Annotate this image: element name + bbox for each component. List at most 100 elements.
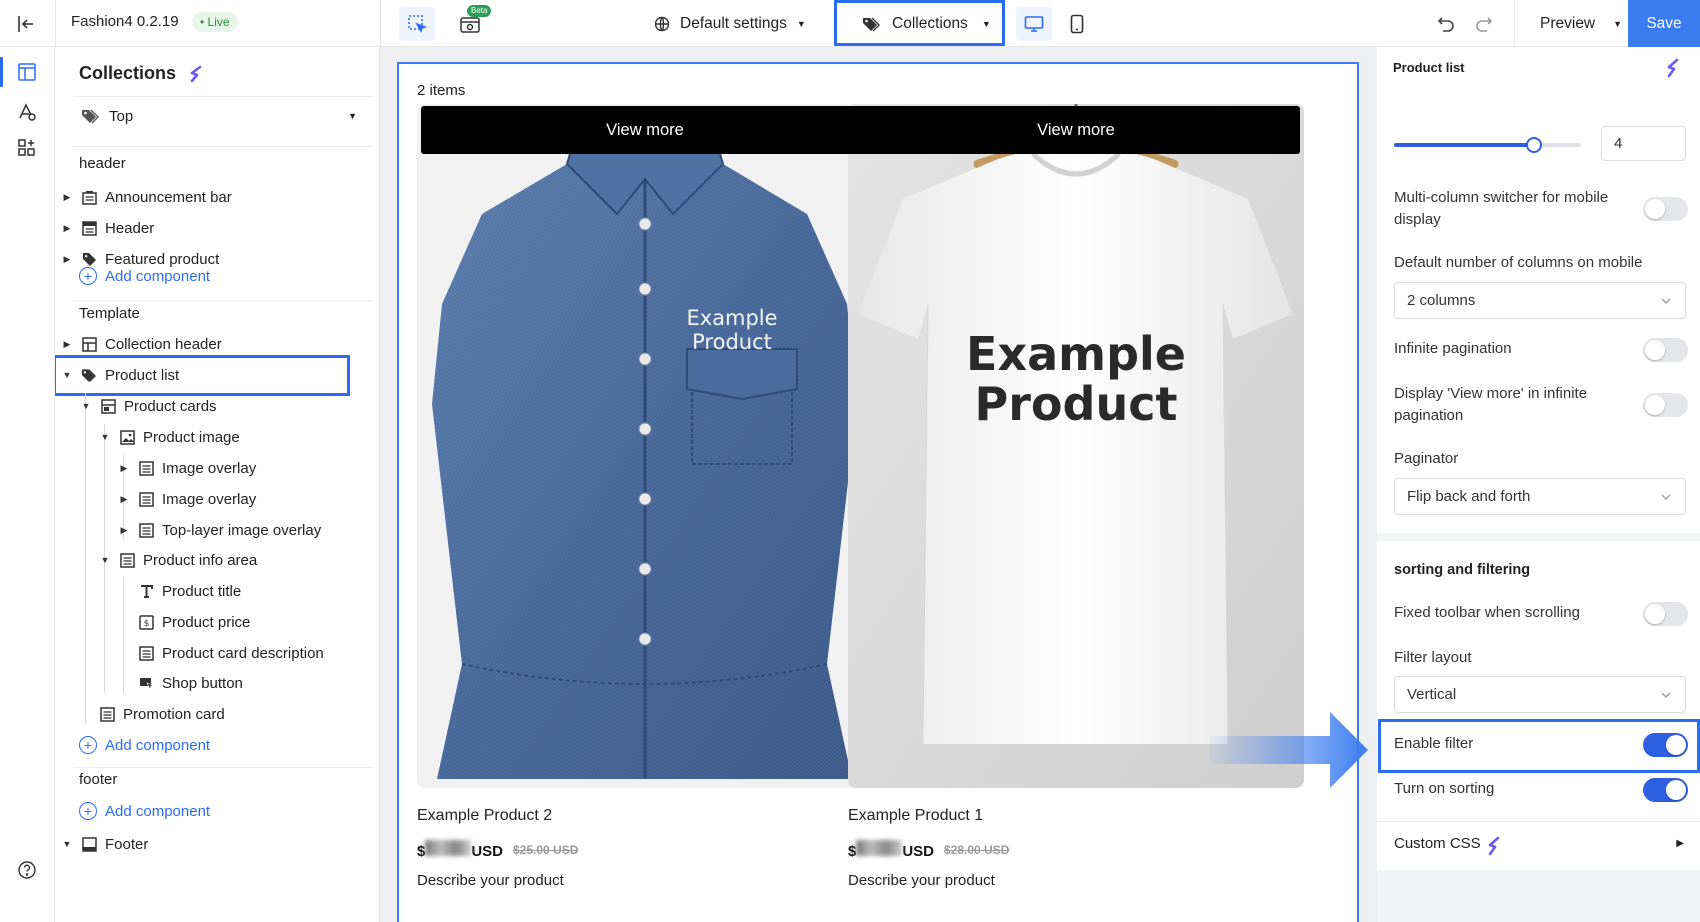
add-circle-icon: + bbox=[79, 736, 97, 754]
turn-on-sorting-toggle[interactable] bbox=[1643, 778, 1688, 802]
infinite-pagination-toggle[interactable] bbox=[1643, 338, 1688, 362]
add-component-footer[interactable]: + Add component bbox=[79, 802, 210, 820]
help-icon[interactable] bbox=[14, 857, 40, 883]
product-description: Describe your product bbox=[848, 872, 995, 889]
caret-down-icon[interactable]: ▼ bbox=[99, 432, 111, 442]
globe-icon bbox=[654, 16, 670, 31]
caret-right-icon: ▶ bbox=[1676, 838, 1684, 849]
save-button[interactable]: Save bbox=[1628, 0, 1700, 47]
product-image-white-tshirt[interactable]: Example Product bbox=[848, 104, 1304, 788]
product-image-denim-shirt[interactable]: Example Product bbox=[417, 104, 873, 788]
caret-right-icon[interactable]: ▶ bbox=[118, 463, 130, 474]
tree-item-product-price[interactable]: $ Product price bbox=[55, 607, 250, 637]
tree-item-product-cards[interactable]: ▼ Product cards bbox=[55, 391, 217, 421]
add-component-template[interactable]: + Add component bbox=[79, 736, 210, 754]
tree-item-label: Collection header bbox=[105, 335, 222, 353]
mobile-switcher-toggle[interactable] bbox=[1643, 197, 1688, 221]
product-title[interactable]: Example Product 2 bbox=[417, 807, 552, 825]
tree-item-image-overlay-2[interactable]: ▶ Image overlay bbox=[55, 484, 257, 514]
ai-sparkle-icon[interactable] bbox=[1484, 835, 1504, 857]
tree-item-product-card-description[interactable]: Product card description bbox=[55, 638, 324, 668]
tree-item-label: Product info area bbox=[143, 551, 258, 569]
caret-down-icon[interactable]: ▼ bbox=[80, 401, 92, 411]
view-more-button[interactable]: View more bbox=[421, 106, 869, 154]
sorting-filtering-card: sorting and filtering Fixed toolbar when… bbox=[1377, 541, 1700, 870]
tree-item-label: Product cards bbox=[124, 397, 217, 415]
caret-down-icon[interactable]: ▼ bbox=[61, 839, 73, 849]
chevron-down-icon: ▼ bbox=[1613, 18, 1623, 29]
preview-dropdown[interactable]: Preview ▼ bbox=[1540, 0, 1622, 47]
apps-icon[interactable] bbox=[14, 135, 40, 161]
filter-layout-select[interactable]: Vertical bbox=[1394, 676, 1686, 713]
ai-sparkle-icon[interactable] bbox=[186, 64, 206, 84]
paginator-select[interactable]: Flip back and forth bbox=[1394, 478, 1686, 515]
ai-sparkle-icon[interactable] bbox=[1663, 57, 1683, 79]
caret-right-icon[interactable]: ▶ bbox=[61, 192, 73, 203]
caret-right-icon[interactable]: ▶ bbox=[118, 525, 130, 536]
tree-item-label: Product price bbox=[162, 613, 251, 631]
add-circle-icon: + bbox=[79, 267, 97, 285]
tree-item-announcement-bar[interactable]: ▶ Announcement bar bbox=[55, 182, 232, 212]
beta-badge: Beta bbox=[467, 5, 492, 17]
layout-sections-icon[interactable] bbox=[14, 59, 40, 85]
caret-down-icon[interactable]: ▼ bbox=[99, 555, 111, 565]
theme-style-icon[interactable] bbox=[14, 99, 40, 125]
product-title[interactable]: Example Product 1 bbox=[848, 807, 983, 825]
tree-item-product-image[interactable]: ▼ Product image bbox=[55, 422, 240, 452]
tree-item-label: Image overlay bbox=[162, 490, 257, 508]
mobile-columns-select[interactable]: 2 columns bbox=[1394, 282, 1686, 319]
undo-icon[interactable] bbox=[1434, 12, 1458, 36]
product-price: $ USD $28.00 USD bbox=[848, 840, 1009, 860]
tree-item-shop-button[interactable]: Shop button bbox=[55, 668, 243, 698]
desktop-view-icon[interactable] bbox=[1016, 7, 1052, 41]
exit-icon[interactable] bbox=[14, 12, 38, 36]
product-list-section[interactable]: 2 items Example Product View more Exampl… bbox=[397, 62, 1359, 922]
enable-filter-label: Enable filter bbox=[1394, 735, 1474, 752]
add-component-header[interactable]: + Add component bbox=[79, 267, 210, 285]
columns-number-input[interactable]: 4 bbox=[1601, 126, 1686, 161]
caret-right-icon[interactable]: ▶ bbox=[61, 254, 73, 265]
enable-filter-toggle[interactable] bbox=[1643, 733, 1688, 757]
mobile-columns-value: 2 columns bbox=[1407, 292, 1476, 309]
select-element-icon[interactable] bbox=[399, 7, 435, 41]
default-settings-dropdown[interactable]: Default settings ▼ bbox=[654, 0, 806, 47]
redo-icon[interactable] bbox=[1472, 12, 1496, 36]
tree-item-product-list[interactable]: ▼ Product list bbox=[55, 360, 180, 390]
view-more-button[interactable]: View more bbox=[852, 106, 1300, 154]
tree-item-image-overlay-1[interactable]: ▶ Image overlay bbox=[55, 453, 257, 483]
columns-slider-fill bbox=[1394, 143, 1535, 147]
tree-item-promotion-card[interactable]: Promotion card bbox=[55, 699, 225, 729]
tag-icon bbox=[82, 109, 99, 124]
caret-right-icon[interactable]: ▶ bbox=[61, 339, 73, 350]
caret-right-icon[interactable]: ▶ bbox=[61, 223, 73, 234]
tree-item-header[interactable]: ▶ Header bbox=[55, 213, 155, 243]
items-count: 2 items bbox=[417, 82, 466, 99]
mobile-view-icon[interactable] bbox=[1062, 10, 1092, 38]
top-position-select[interactable]: Top ▼ bbox=[73, 101, 373, 131]
fixed-toolbar-toggle[interactable] bbox=[1643, 602, 1688, 626]
add-component-label: Add component bbox=[105, 802, 211, 820]
mobile-columns-label: Default number of columns on mobile bbox=[1394, 254, 1643, 271]
tree-item-label: Footer bbox=[105, 835, 149, 853]
chevron-down-icon bbox=[1661, 298, 1671, 304]
tree-item-top-layer-overlay[interactable]: ▶ Top-layer image overlay bbox=[55, 515, 322, 545]
preview-label: Preview bbox=[1540, 14, 1596, 32]
header-section-label: header bbox=[79, 155, 126, 172]
view-more-infinite-toggle[interactable] bbox=[1643, 393, 1688, 417]
section-icon bbox=[81, 336, 97, 352]
page-type-dropdown[interactable]: Collections ▼ bbox=[862, 0, 991, 47]
tree-item-product-info-area[interactable]: ▼ Product info area bbox=[55, 545, 258, 575]
footer-icon bbox=[81, 836, 97, 852]
caret-down-icon[interactable]: ▼ bbox=[61, 370, 73, 380]
panel-title: Product list bbox=[1393, 60, 1465, 75]
turn-on-sorting-label: Turn on sorting bbox=[1394, 780, 1495, 797]
columns-slider[interactable] bbox=[1394, 137, 1581, 153]
custom-css-row[interactable]: Custom CSS ▶ bbox=[1377, 822, 1700, 870]
columns-slider-knob[interactable] bbox=[1526, 137, 1543, 153]
tree-item-footer[interactable]: ▼ Footer bbox=[55, 829, 149, 859]
add-component-label: Add component bbox=[105, 736, 211, 754]
add-component-label: Add component bbox=[105, 267, 211, 285]
caret-right-icon[interactable]: ▶ bbox=[118, 494, 130, 505]
tree-item-product-title[interactable]: Product title bbox=[55, 576, 241, 606]
chevron-down-icon: ▼ bbox=[348, 111, 357, 121]
